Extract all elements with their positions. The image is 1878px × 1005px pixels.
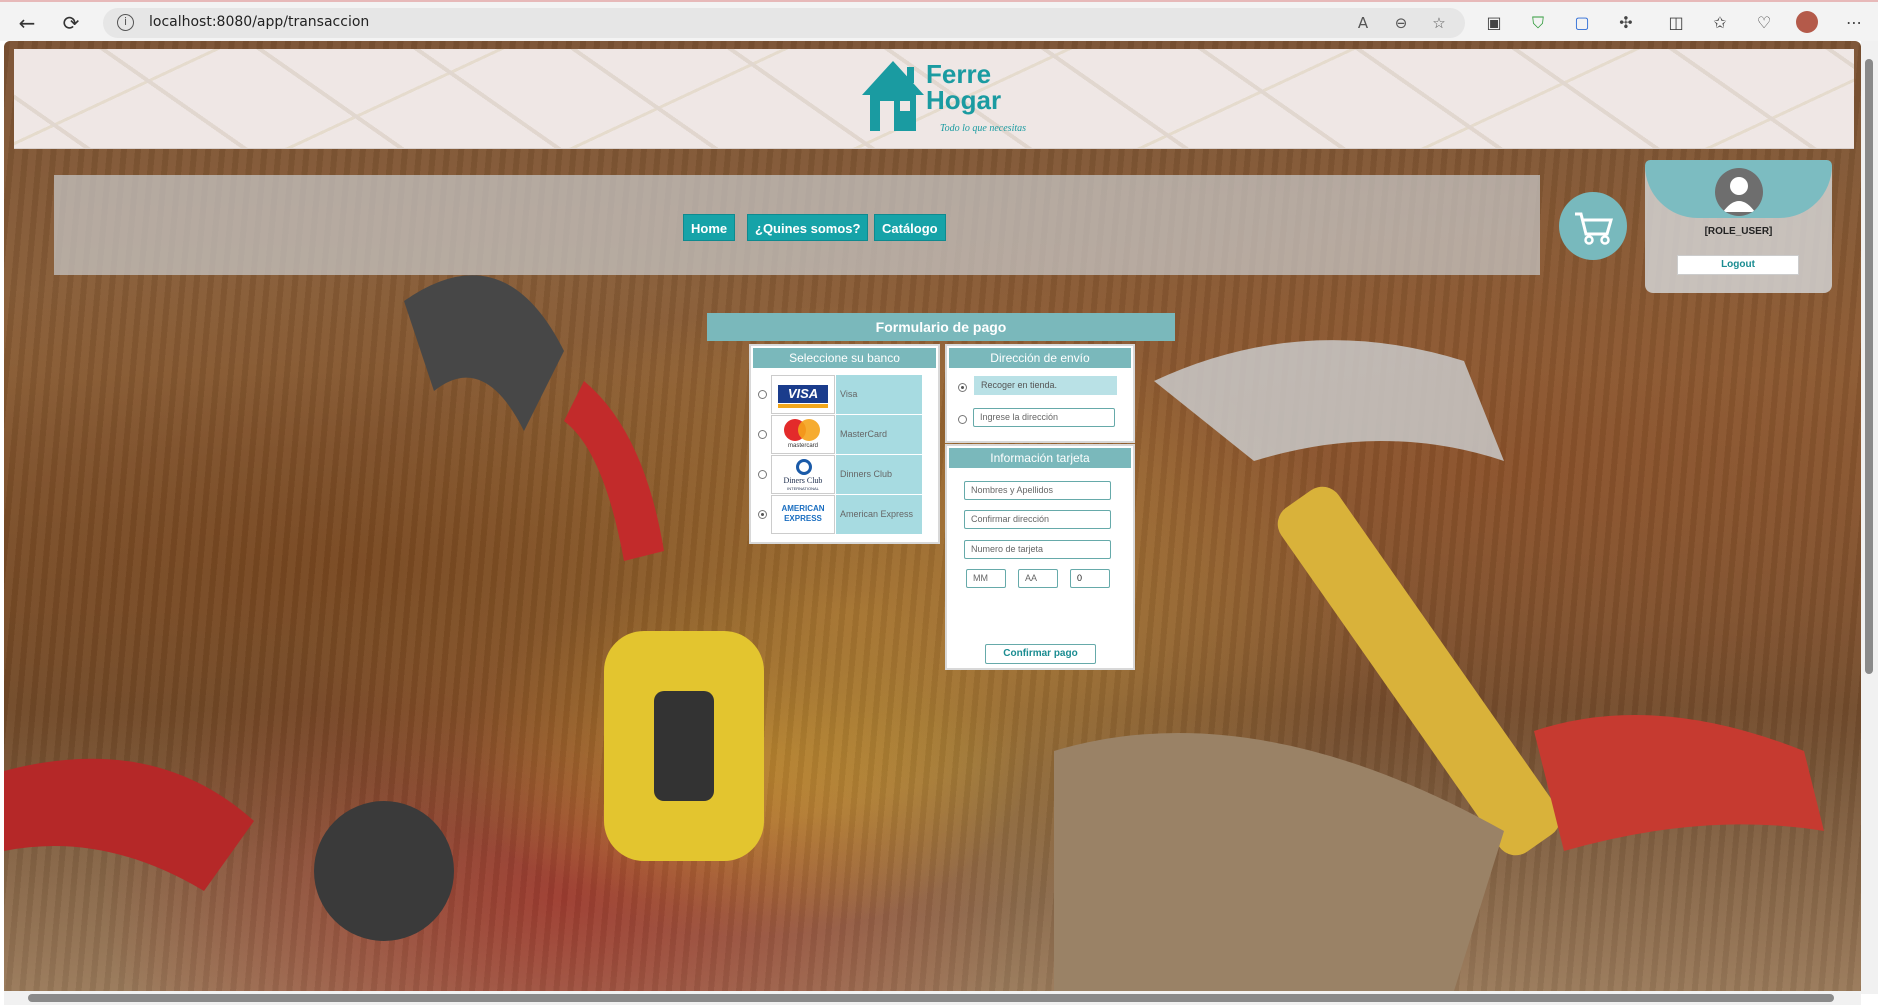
ferre-hogar-logo[interactable]: Ferre Hogar Todo lo que necesitas	[860, 57, 1030, 137]
pickup-radio[interactable]	[958, 383, 967, 392]
confirm-payment-button[interactable]: Confirmar pago	[985, 644, 1096, 664]
user-avatar-icon	[1715, 168, 1763, 216]
user-card: [ROLE_USER] Logout	[1645, 160, 1832, 293]
nav-catalog[interactable]: Catálogo	[874, 214, 946, 241]
logo-title-line2: Hogar	[926, 85, 1002, 115]
cvv-input[interactable]: 0	[1070, 569, 1110, 588]
visa-logo-icon: VISA	[771, 375, 835, 414]
bank-name-visa: Visa	[836, 375, 922, 414]
shopping-cart-icon	[1575, 212, 1613, 245]
logo-tagline: Todo lo que necesitas	[940, 123, 1027, 134]
shipping-section-heading: Dirección de envío	[949, 348, 1131, 368]
logout-button[interactable]: Logout	[1677, 255, 1799, 275]
extension-icon[interactable]: ▣	[1482, 11, 1506, 35]
house-logo-icon	[862, 61, 924, 131]
expiry-month-input[interactable]: MM	[966, 569, 1006, 588]
more-menu-icon[interactable]: ⋯	[1842, 11, 1866, 35]
favorites-icon[interactable]: ✩	[1708, 11, 1732, 35]
american-express-logo-icon: AMERICAN EXPRESS	[771, 495, 835, 534]
nav-home[interactable]: Home	[683, 214, 736, 241]
main-navbar: Home ¿Quines somos? Catálogo	[54, 175, 1540, 275]
read-aloud-icon[interactable]: A	[1351, 12, 1375, 34]
split-screen-icon[interactable]: ◫	[1664, 11, 1688, 35]
horizontal-scroll-thumb[interactable]	[28, 994, 1834, 1002]
site-header: Ferre Hogar Todo lo que necesitas	[14, 49, 1854, 149]
mastercard-logo-icon: mastercard	[771, 415, 835, 454]
amex-logo-text: AMERICAN EXPRESS	[781, 504, 825, 523]
copilot-icon[interactable]: ♡	[1752, 11, 1776, 35]
info-icon[interactable]: i	[117, 14, 134, 31]
profile-avatar-icon[interactable]	[1796, 11, 1818, 33]
diners-club-logo-icon: Diners Club INTERNATIONAL	[771, 455, 835, 494]
page-content: Ferre Hogar Todo lo que necesitas Home ¿…	[4, 41, 1861, 994]
card-section-heading: Información tarjeta	[949, 448, 1131, 468]
logo-title-line1: Ferre	[926, 59, 992, 89]
diners-radio[interactable]	[758, 470, 767, 479]
vertical-scrollbar[interactable]	[1861, 41, 1878, 994]
bank-option-visa[interactable]: VISA Visa	[755, 375, 932, 414]
bank-option-amex[interactable]: AMERICAN EXPRESS American Express	[755, 495, 932, 534]
nav-about[interactable]: ¿Quines somos?	[747, 214, 869, 241]
card-info-panel: Información tarjeta Nombres y Apellidos …	[945, 444, 1135, 670]
payment-form-title: Formulario de pago	[707, 313, 1175, 341]
mastercard-logo-text: mastercard	[787, 443, 818, 449]
confirm-address-input[interactable]: Confirmar dirección	[964, 510, 1111, 529]
logo-title: Ferre Hogar	[926, 61, 1001, 113]
mastercard-radio[interactable]	[758, 430, 767, 439]
amex-radio[interactable]	[758, 510, 767, 519]
shield-icon[interactable]: ⛉	[1526, 11, 1550, 35]
bank-option-mastercard[interactable]: mastercard MasterCard	[755, 415, 932, 454]
vertical-scroll-thumb[interactable]	[1865, 59, 1873, 674]
diners-logo-text: Diners Club	[783, 476, 823, 485]
bank-name-amex: American Express	[836, 495, 922, 534]
reload-icon[interactable]: ⟳	[58, 10, 84, 36]
screen-capture-icon[interactable]: ▢	[1570, 11, 1594, 35]
diners-logo-sub: INTERNATIONAL	[787, 486, 819, 491]
visa-radio[interactable]	[758, 390, 767, 399]
zoom-out-icon[interactable]: ⊖	[1389, 12, 1413, 34]
url-text: localhost:8080/app/transaccion	[149, 14, 370, 30]
shipping-panel: Dirección de envío Recoger en tienda. In…	[945, 344, 1135, 443]
browser-toolbar: ← ⟳ i localhost:8080/app/transaccion A ⊖…	[0, 0, 1878, 41]
bank-name-mastercard: MasterCard	[836, 415, 922, 454]
puzzle-icon[interactable]: ✣	[1614, 11, 1638, 35]
address-bar[interactable]: i localhost:8080/app/transaccion A ⊖ ☆	[103, 8, 1465, 38]
bank-selection-panel: Seleccione su banco VISA Visa mastercard…	[749, 344, 940, 544]
user-role: [ROLE_USER]	[1704, 226, 1773, 237]
visa-logo-text: VISA	[778, 385, 828, 403]
address-radio[interactable]	[958, 415, 967, 424]
bank-option-diners[interactable]: Diners Club INTERNATIONAL Dinners Club	[755, 455, 932, 494]
back-arrow-icon[interactable]: ←	[14, 10, 40, 36]
card-number-input[interactable]: Numero de tarjeta	[964, 540, 1111, 559]
expiry-year-input[interactable]: AA	[1018, 569, 1058, 588]
full-name-input[interactable]: Nombres y Apellidos	[964, 481, 1111, 500]
favorite-star-icon[interactable]: ☆	[1427, 12, 1451, 34]
bank-name-diners: Dinners Club	[836, 455, 922, 494]
bank-section-heading: Seleccione su banco	[753, 348, 936, 368]
address-input[interactable]: Ingrese la dirección	[973, 408, 1115, 427]
pickup-label: Recoger en tienda.	[974, 376, 1117, 395]
cart-button[interactable]	[1559, 192, 1627, 260]
horizontal-scrollbar[interactable]	[4, 991, 1861, 1005]
